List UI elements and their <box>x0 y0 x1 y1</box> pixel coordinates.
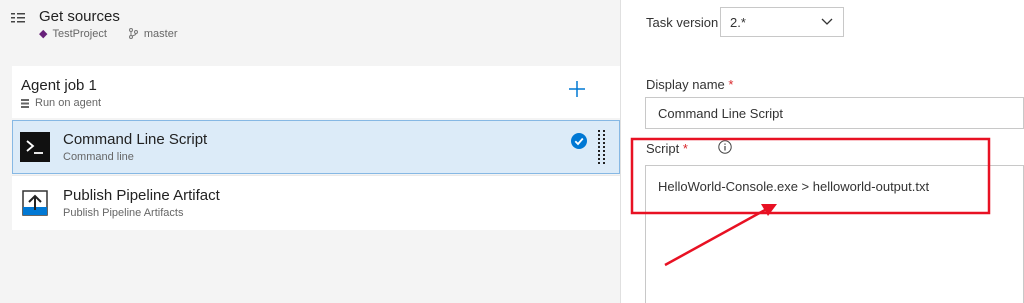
script-label: Script * <box>646 141 688 156</box>
task-title: Publish Pipeline Artifact <box>63 187 220 204</box>
pipeline-tasks-panel: Get sources ◆ TestProject master Agent j… <box>0 0 620 303</box>
display-name-label: Display name * <box>646 77 734 92</box>
agent-job-title: Agent job 1 <box>21 77 97 94</box>
task-version-dropdown[interactable]: 2.* <box>720 7 844 37</box>
task-subtitle: Command line <box>63 151 134 163</box>
get-sources-details: ◆ TestProject master <box>39 27 178 41</box>
chevron-down-icon <box>821 18 833 25</box>
task-settings-panel: Task version 2.* Display name * Command … <box>621 0 1024 303</box>
task-subtitle: Publish Pipeline Artifacts <box>63 207 184 219</box>
required-marker: * <box>728 77 734 92</box>
branch-icon <box>128 28 138 39</box>
project-name: TestProject <box>52 27 107 40</box>
task-publish-pipeline-artifact[interactable]: Publish Pipeline Artifact Publish Pipeli… <box>12 175 620 230</box>
branch-name: master <box>143 27 178 40</box>
agent-job-subtitle: Run on agent <box>35 97 102 109</box>
drag-handle-icon[interactable] <box>598 130 606 164</box>
server-icon <box>21 98 29 108</box>
display-name-field[interactable]: Command Line Script <box>645 97 1024 129</box>
list-icon <box>11 13 25 23</box>
get-sources-title[interactable]: Get sources <box>39 8 120 25</box>
required-marker: * <box>682 141 688 156</box>
check-circle-icon <box>571 133 587 149</box>
visual-studio-icon: ◆ <box>39 28 48 40</box>
terminal-icon <box>20 132 50 162</box>
info-icon[interactable] <box>718 140 732 154</box>
agent-job-details: Run on agent <box>21 97 101 109</box>
publish-artifact-icon <box>22 190 48 216</box>
add-task-button[interactable] <box>567 79 587 99</box>
task-version-value: 2.* <box>730 15 746 30</box>
task-title: Command Line Script <box>63 131 208 148</box>
display-name-value: Command Line Script <box>658 106 783 121</box>
script-textarea[interactable]: HelloWorld-Console.exe > helloworld-outp… <box>645 165 1024 303</box>
script-value: HelloWorld-Console.exe > helloworld-outp… <box>658 179 930 194</box>
task-version-label: Task version <box>646 15 719 30</box>
agent-job[interactable]: Agent job 1 Run on agent <box>12 66 620 118</box>
task-command-line-script[interactable]: Command Line Script Command line <box>12 120 620 174</box>
